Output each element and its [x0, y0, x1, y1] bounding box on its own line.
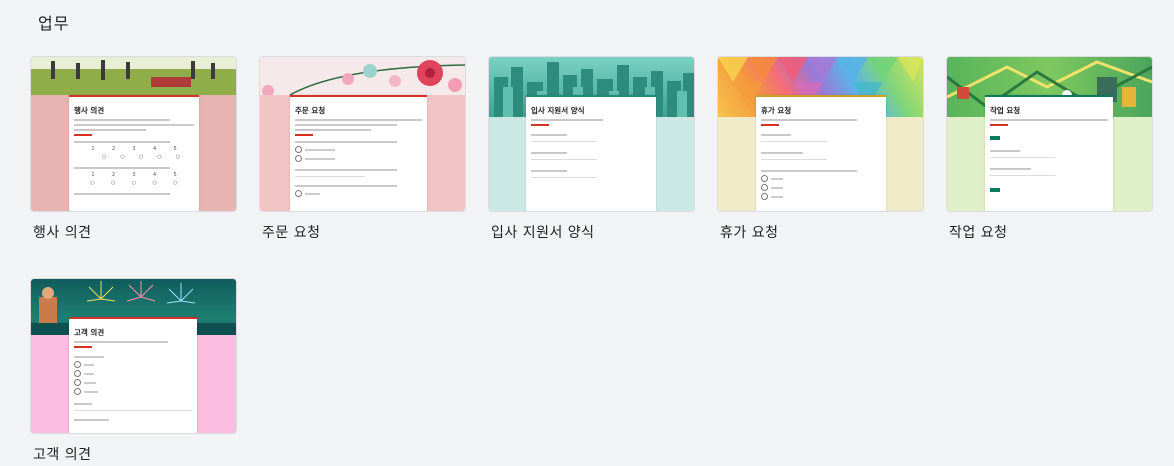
- form-preview: 행사 의견 1 2 3 4 5 ○ ○ ○ ○ ○ 1 2 3 4 5 ○ ○ …: [69, 95, 199, 211]
- template-label[interactable]: 주문 요청: [262, 222, 320, 242]
- template-thumbnail[interactable]: 고객 의견: [30, 278, 237, 434]
- form-preview: 작업 요청: [985, 95, 1113, 211]
- template-card-order-request[interactable]: 주문 요청 주문 요청: [259, 56, 466, 241]
- form-preview-title: 휴가 요청: [761, 106, 792, 115]
- template-label[interactable]: 휴가 요청: [720, 222, 778, 242]
- template-card-customer-feedback[interactable]: 고객 의견 고객 의견: [30, 278, 237, 463]
- template-thumbnail[interactable]: 휴가 요청: [717, 56, 924, 212]
- form-preview: 휴가 요청: [756, 95, 886, 211]
- section-tag: [990, 188, 1000, 192]
- form-preview: 주문 요청: [290, 95, 427, 211]
- form-preview-title: 주문 요청: [295, 106, 326, 115]
- template-thumbnail[interactable]: 입사 지원서 양식: [488, 56, 695, 212]
- template-label[interactable]: 고객 의견: [33, 444, 91, 464]
- template-thumbnail[interactable]: 행사 의견 1 2 3 4 5 ○ ○ ○ ○ ○ 1 2 3 4 5 ○ ○ …: [30, 56, 237, 212]
- template-card-event-feedback[interactable]: 행사 의견 1 2 3 4 5 ○ ○ ○ ○ ○ 1 2 3 4 5 ○ ○ …: [30, 56, 237, 241]
- template-thumbnail[interactable]: 작업 요청: [946, 56, 1153, 212]
- template-label[interactable]: 작업 요청: [949, 222, 1007, 242]
- section-title: 업무: [38, 14, 70, 33]
- form-preview-title: 작업 요청: [990, 106, 1021, 115]
- form-preview-title: 고객 의견: [74, 328, 105, 337]
- banner-image: [260, 57, 465, 97]
- section-tag: [990, 136, 1000, 140]
- form-preview-title: 입사 지원서 양식: [531, 106, 585, 115]
- template-label[interactable]: 행사 의견: [33, 222, 91, 242]
- template-card-vacation-request[interactable]: 휴가 요청 휴가 요청: [717, 56, 924, 241]
- template-label[interactable]: 입사 지원서 양식: [491, 222, 595, 242]
- form-preview: 고객 의견: [69, 317, 197, 433]
- form-preview-title: 행사 의견: [74, 106, 105, 115]
- scale-row: 1 2 3 4 5: [91, 146, 177, 152]
- template-card-work-request[interactable]: 작업 요청 작업 요청: [946, 56, 1153, 241]
- form-preview: 입사 지원서 양식: [526, 95, 656, 211]
- template-card-job-application[interactable]: 입사 지원서 양식 입사 지원서 양식: [488, 56, 695, 241]
- banner-image: [31, 57, 236, 95]
- template-thumbnail[interactable]: 주문 요청: [259, 56, 466, 212]
